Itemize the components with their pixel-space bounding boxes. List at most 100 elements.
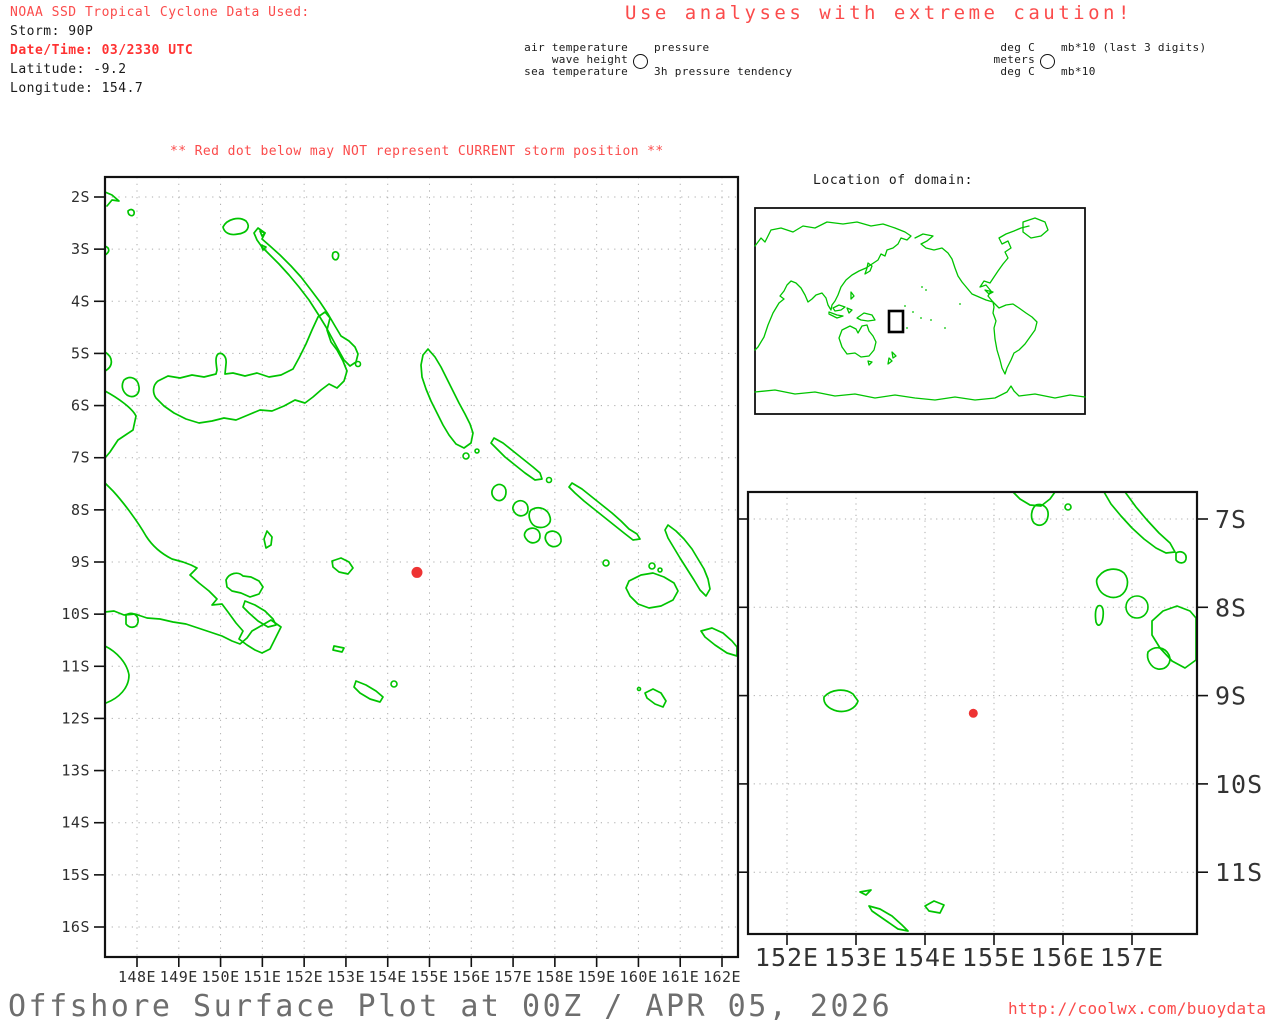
coastline bbox=[644, 688, 667, 708]
zoom-lon-tick-label: 157E bbox=[1100, 943, 1164, 972]
main-lon-tick-label: 156E bbox=[452, 968, 490, 986]
world-coastline bbox=[867, 360, 873, 366]
main-lat-tick-label: 16S bbox=[61, 918, 90, 936]
main-lat-tick-label: 11S bbox=[61, 657, 90, 675]
island-kolombangara bbox=[1125, 595, 1149, 619]
world-coastline bbox=[838, 324, 877, 358]
world-coastline bbox=[846, 307, 853, 314]
main-lat-tick-label: 4S bbox=[71, 292, 90, 310]
coastline-zoom bbox=[1175, 550, 1187, 564]
small-island bbox=[602, 559, 610, 567]
coastline-zoom bbox=[868, 905, 909, 932]
world-coastline bbox=[1022, 217, 1049, 239]
main-lon-tick-label: 155E bbox=[410, 968, 448, 986]
coastline-zoom bbox=[1012, 491, 1056, 507]
main-lon-tick-label: 157E bbox=[494, 968, 532, 986]
storm-dot-zoom bbox=[968, 708, 978, 718]
world-coastline bbox=[984, 289, 994, 295]
coastline-zoom bbox=[1095, 568, 1129, 599]
coastline-zoom bbox=[1151, 605, 1197, 669]
coastline-zoom bbox=[1146, 646, 1171, 670]
zoom-lat-tick-label: 7S bbox=[1215, 505, 1247, 534]
coastline-zoom bbox=[859, 889, 872, 896]
zoom-lon-tick-label: 152E bbox=[755, 943, 819, 972]
small-island bbox=[545, 476, 553, 484]
domain-rectangle bbox=[887, 309, 905, 334]
zoom-lon-tick-label: 155E bbox=[962, 943, 1026, 972]
main-lat-tick-label: 3S bbox=[71, 240, 90, 258]
zoom-lat-tick-label: 10S bbox=[1215, 770, 1263, 799]
main-lat-tick-label: 6S bbox=[71, 397, 90, 415]
main-lat-tick-label: 2S bbox=[71, 188, 90, 206]
coastline bbox=[225, 572, 264, 598]
main-lon-tick-label: 160E bbox=[619, 968, 657, 986]
main-lon-tick-label: 161E bbox=[661, 968, 699, 986]
coastline-zoom bbox=[924, 900, 945, 914]
main-lat-tick-label: 5S bbox=[71, 344, 90, 362]
small-island bbox=[462, 452, 470, 460]
main-lon-tick-label: 148E bbox=[118, 968, 156, 986]
coastline bbox=[121, 376, 140, 398]
coastline bbox=[353, 680, 384, 703]
coastline bbox=[331, 250, 340, 261]
small-island bbox=[354, 360, 362, 368]
coastline-zoom bbox=[823, 689, 859, 713]
coastline bbox=[490, 437, 543, 481]
main-lon-tick-label: 162E bbox=[703, 968, 741, 986]
main-lat-tick-label: 9S bbox=[71, 553, 90, 571]
coastline bbox=[104, 645, 130, 704]
main-lon-tick-label: 149E bbox=[160, 968, 198, 986]
main-lon-tick-label: 154E bbox=[369, 968, 407, 986]
world-coastline bbox=[891, 351, 897, 359]
coastline bbox=[263, 530, 273, 549]
zoom-lat-tick-label: 9S bbox=[1215, 682, 1247, 711]
coastline bbox=[152, 311, 348, 424]
zoom-lat-tick-label: 11S bbox=[1215, 858, 1263, 887]
coastline-zoom bbox=[1030, 503, 1049, 526]
small-island bbox=[390, 680, 398, 688]
small-island bbox=[648, 562, 656, 570]
world-coastline bbox=[850, 291, 855, 300]
world-coastline bbox=[856, 312, 876, 322]
main-lat-tick-label: 8S bbox=[71, 501, 90, 519]
main-lon-tick-label: 159E bbox=[578, 968, 616, 986]
world-coastline bbox=[828, 311, 844, 319]
world-coastline bbox=[887, 357, 893, 365]
world-coastline bbox=[992, 301, 1038, 375]
main-lon-tick-label: 153E bbox=[327, 968, 365, 986]
small-island bbox=[636, 686, 642, 692]
coastline bbox=[523, 527, 541, 544]
coastline bbox=[528, 507, 552, 529]
coastline bbox=[568, 482, 641, 541]
small-island bbox=[474, 448, 480, 454]
coastline bbox=[331, 557, 354, 575]
main-lat-tick-label: 14S bbox=[61, 814, 90, 832]
main-map: 148E 149E 150E 151E 152E 153E 154E 155E 156E 157E… bbox=[61, 175, 741, 986]
zoom-map: 152E 153E 154E 155E 156E 157E 7S 8S 9S 10S 11S bbox=[737, 490, 1263, 972]
zoom-lat-tick-label: 8S bbox=[1215, 593, 1247, 622]
world-coastline bbox=[754, 221, 912, 351]
coastline bbox=[420, 348, 474, 449]
coastline bbox=[700, 627, 738, 657]
coastline bbox=[222, 217, 249, 236]
main-lat-tick-label: 7S bbox=[71, 449, 90, 467]
world-coastline bbox=[914, 233, 994, 303]
coastline bbox=[664, 524, 711, 597]
main-lat-tick-label: 13S bbox=[61, 762, 90, 780]
coastline-zoom bbox=[1094, 604, 1105, 627]
main-lon-tick-label: 152E bbox=[285, 968, 323, 986]
main-lon-tick-label: 151E bbox=[243, 968, 281, 986]
coastline-zoom bbox=[1103, 491, 1176, 554]
world-coastline bbox=[832, 304, 846, 312]
main-lat-tick-label: 10S bbox=[61, 605, 90, 623]
inset-world-map bbox=[754, 207, 1086, 415]
coastline bbox=[491, 483, 507, 502]
zoom-lon-tick-label: 154E bbox=[893, 943, 957, 972]
coastline bbox=[104, 191, 120, 207]
plot-graphics: 148E 149E 150E 151E 152E 153E 154E 155E 156E 157E… bbox=[61, 175, 1263, 986]
storm-dot-main bbox=[411, 566, 423, 578]
coastline bbox=[332, 645, 345, 653]
coastline bbox=[544, 530, 562, 548]
zoom-lon-tick-label: 153E bbox=[824, 943, 888, 972]
main-lat-tick-label: 15S bbox=[61, 866, 90, 884]
